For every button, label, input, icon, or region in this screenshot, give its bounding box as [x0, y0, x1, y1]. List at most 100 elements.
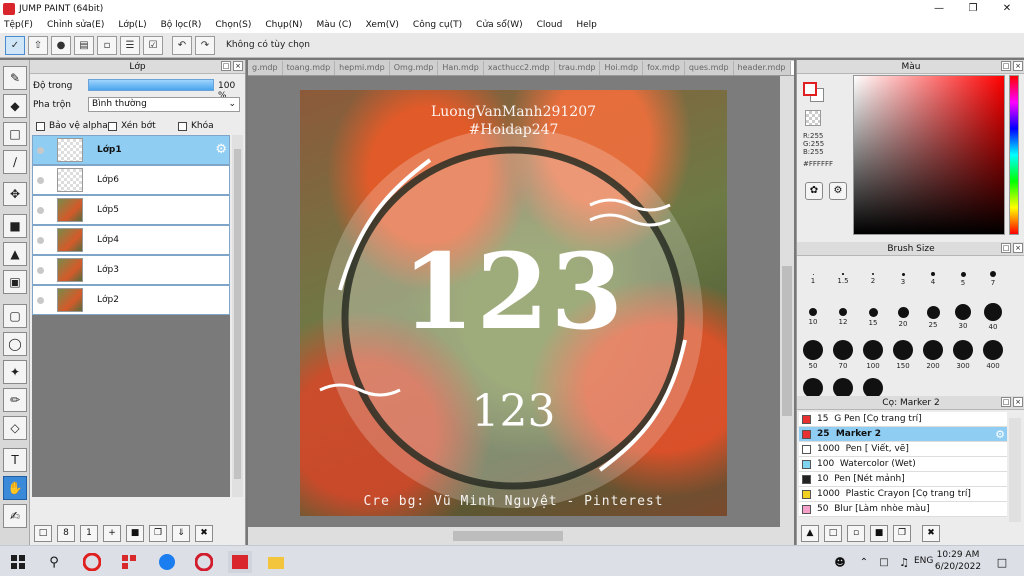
- visibility-icon[interactable]: [37, 177, 44, 184]
- popout-icon[interactable]: □: [1001, 397, 1011, 407]
- layer-row[interactable]: Lớp3: [32, 255, 230, 285]
- visibility-icon[interactable]: [37, 297, 44, 304]
- hand-tool-icon[interactable]: ✋: [3, 476, 27, 500]
- new-layer-icon[interactable]: □: [34, 524, 52, 542]
- brush-size-option[interactable]: 3: [888, 264, 918, 286]
- file-explorer-icon[interactable]: [264, 551, 288, 573]
- eraser-tool-icon[interactable]: ◆: [3, 94, 27, 118]
- list-icon[interactable]: ☰: [120, 35, 140, 55]
- brush-list-item[interactable]: 15 G Pen [Cọ trang trí]: [799, 412, 1007, 427]
- canvas-horizontal-scrollbar[interactable]: [248, 527, 794, 545]
- menu-cloud[interactable]: Cloud: [537, 20, 563, 30]
- brush-size-option[interactable]: 4: [918, 264, 948, 286]
- bucket-tool-icon[interactable]: ▲: [3, 242, 27, 266]
- menu-tools[interactable]: Công cụ(T): [413, 20, 462, 30]
- layer-row[interactable]: Lớp1 ⚙: [32, 135, 230, 165]
- protect-alpha-checkbox[interactable]: Bảo vệ alpha: [36, 121, 108, 131]
- brush-size-option[interactable]: 70: [828, 340, 858, 370]
- search-icon[interactable]: ⚲: [42, 551, 66, 573]
- menu-edit[interactable]: Chỉnh sửa(E): [47, 20, 104, 30]
- popout-icon[interactable]: □: [221, 61, 231, 71]
- brush-size-option[interactable]: 100: [858, 340, 888, 370]
- select-pen-icon[interactable]: ✏: [3, 388, 27, 412]
- document-tab[interactable]: fox.mdp: [643, 61, 685, 75]
- brush-list-item[interactable]: 1000 Pen [ Viết, vẽ]: [799, 442, 1007, 457]
- palette-settings-icon[interactable]: ⚙: [829, 182, 847, 200]
- brush-size-option[interactable]: 7: [978, 264, 1008, 287]
- menu-capture[interactable]: Chụp(N): [265, 20, 302, 30]
- brush-size-option[interactable]: 300: [948, 340, 978, 370]
- check-icon[interactable]: ✓: [5, 35, 25, 55]
- transparent-color-swatch[interactable]: [805, 110, 821, 126]
- artwork[interactable]: LuongVanManh291207 #Hoidap247 123 123 Cr…: [300, 90, 727, 516]
- brush-size-option[interactable]: 5: [948, 264, 978, 287]
- brush-size-option[interactable]: 200: [918, 340, 948, 370]
- visibility-icon[interactable]: [37, 207, 44, 214]
- lasso-icon[interactable]: ◯: [3, 332, 27, 356]
- brush-duplicate-icon[interactable]: ❐: [893, 524, 911, 542]
- zalo-icon[interactable]: [155, 551, 179, 573]
- speech-bubble-icon[interactable]: ●: [51, 35, 71, 55]
- menu-view[interactable]: Xem(V): [366, 20, 399, 30]
- panel-close-icon[interactable]: ×: [1013, 243, 1023, 253]
- brush-size-option[interactable]: 20: [888, 302, 918, 328]
- lock-checkbox[interactable]: Khóa: [178, 121, 214, 131]
- visibility-icon[interactable]: [37, 237, 44, 244]
- jump-paint-taskbar-icon[interactable]: [228, 551, 252, 573]
- brush-list-item[interactable]: 50 Blur [Làm nhòe màu]: [799, 502, 1007, 517]
- foreground-color-swatch[interactable]: [803, 82, 817, 96]
- brush-list-item[interactable]: 10 Pen [Nét mảnh]: [799, 472, 1007, 487]
- panel-close-icon[interactable]: ×: [233, 61, 243, 71]
- document-tab[interactable]: Omg.mdp: [390, 61, 439, 75]
- document-tab[interactable]: header.mdp: [734, 61, 791, 75]
- checklist-icon[interactable]: ☑: [143, 35, 163, 55]
- brush-size-option[interactable]: 50: [798, 340, 828, 370]
- line-tool-icon[interactable]: ∕: [3, 150, 27, 174]
- brush-add-icon[interactable]: ▲: [801, 524, 819, 542]
- gradient-tool-icon[interactable]: ▣: [3, 270, 27, 294]
- people-icon[interactable]: ☻: [828, 551, 852, 573]
- popout-icon[interactable]: □: [1001, 61, 1011, 71]
- brush-folder-icon[interactable]: ■: [870, 524, 888, 542]
- opera-icon[interactable]: [80, 551, 104, 573]
- document-tab[interactable]: ques.mdp: [685, 61, 734, 75]
- fill-rect-tool-icon[interactable]: ■: [3, 214, 27, 238]
- layer-row[interactable]: Lớp5: [32, 195, 230, 225]
- folder-icon[interactable]: ■: [126, 524, 144, 542]
- document-tab[interactable]: hepmi.mdp: [335, 61, 390, 75]
- move-tool-icon[interactable]: ✥: [3, 182, 27, 206]
- page-icon[interactable]: ▫: [97, 35, 117, 55]
- brush-trash-icon[interactable]: ✖: [922, 524, 940, 542]
- layer-scrollbar[interactable]: [232, 135, 243, 497]
- minimize-icon[interactable]: —: [922, 0, 956, 17]
- brush-menu-icon[interactable]: □: [824, 524, 842, 542]
- undo-icon[interactable]: ↶: [172, 35, 192, 55]
- brush-size-option[interactable]: 1: [798, 264, 828, 285]
- eyedropper-icon[interactable]: ✍: [3, 504, 27, 528]
- brush-size-option[interactable]: 40: [978, 302, 1008, 331]
- new-8bit-layer-icon[interactable]: 8: [57, 524, 75, 542]
- brush-size-option[interactable]: 30: [948, 302, 978, 330]
- palette-icon[interactable]: ✿: [805, 182, 823, 200]
- document-tab[interactable]: xacthucc2.mdp: [484, 61, 555, 75]
- magic-wand-icon[interactable]: ✦: [3, 360, 27, 384]
- brush-size-option[interactable]: 400: [978, 340, 1008, 370]
- canvas-area[interactable]: LuongVanManh291207 #Hoidap247 123 123 Cr…: [248, 76, 780, 527]
- brush-list-scrollbar[interactable]: [1009, 418, 1021, 522]
- document-tab[interactable]: Hoi.mdp: [600, 61, 644, 75]
- document-tab[interactable]: Han.mdp: [438, 61, 484, 75]
- opera-gx-icon[interactable]: [192, 551, 216, 573]
- layer-row[interactable]: Lớp4: [32, 225, 230, 255]
- trash-icon[interactable]: ✖: [195, 524, 213, 542]
- brush-size-option[interactable]: 1.5: [828, 264, 858, 285]
- redo-icon[interactable]: ↷: [195, 35, 215, 55]
- brush-list-item[interactable]: 25 Marker 2 ⚙: [799, 427, 1007, 442]
- hue-slider[interactable]: [1009, 75, 1019, 235]
- layer-row[interactable]: Lớp2: [32, 285, 230, 315]
- brush-list-item[interactable]: 1000 Plastic Crayon [Cọ trang trí]: [799, 487, 1007, 502]
- pen-tool-icon[interactable]: ✎: [3, 66, 27, 90]
- add-layer-menu-icon[interactable]: +: [103, 524, 121, 542]
- new-1bit-layer-icon[interactable]: 1: [80, 524, 98, 542]
- document-tab[interactable]: 123.mdp: [790, 61, 794, 75]
- select-eraser-icon[interactable]: ◇: [3, 416, 27, 440]
